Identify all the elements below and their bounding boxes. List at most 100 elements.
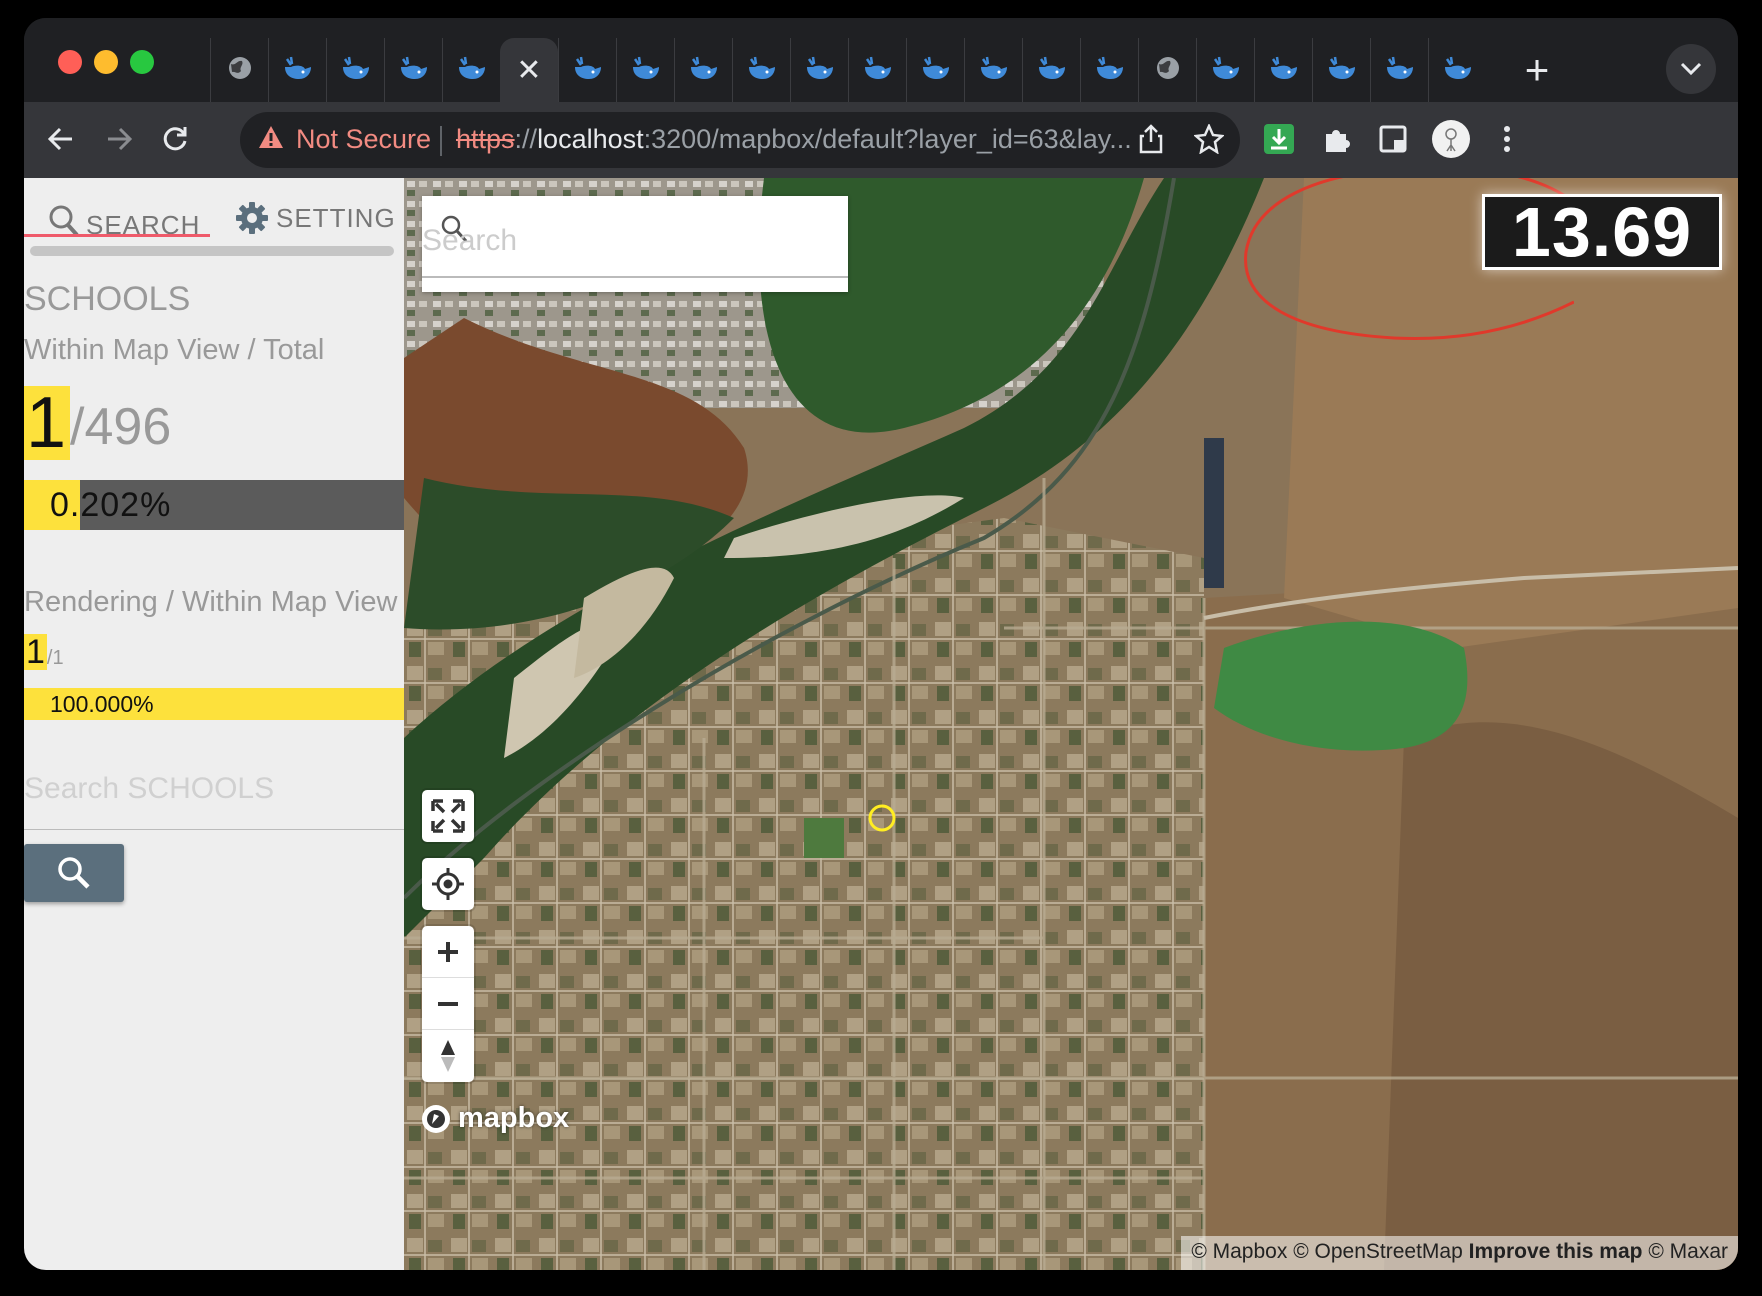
browser-tab[interactable] <box>558 38 616 102</box>
new-tab-button[interactable]: + <box>1514 48 1560 94</box>
tab-setting[interactable]: SETTING <box>234 200 396 236</box>
map-search-box[interactable]: Search <box>422 196 848 292</box>
chevron-down-icon <box>1680 62 1702 76</box>
tab-setting-label: SETTING <box>276 202 396 233</box>
zoom-level-display: 13.69 <box>1482 193 1722 271</box>
download-extension-button[interactable] <box>1256 116 1302 162</box>
tab-active[interactable]: ✕ <box>500 38 558 102</box>
search-icon <box>49 205 79 236</box>
browser-tab[interactable] <box>674 38 732 102</box>
browser-tab[interactable] <box>442 38 500 102</box>
mapbox-logo[interactable]: mapbox <box>420 1102 569 1135</box>
browser-tab[interactable] <box>326 38 384 102</box>
gear-icon <box>236 202 268 234</box>
whale-icon <box>1269 55 1299 86</box>
share-icon <box>1139 124 1163 154</box>
whale-icon <box>805 55 835 86</box>
minimize-window-button[interactable] <box>94 50 118 74</box>
reload-icon <box>163 127 187 151</box>
improve-map-link[interactable]: Improve this map <box>1469 1240 1643 1263</box>
side-panel-button[interactable] <box>1370 116 1416 162</box>
browser-tab[interactable] <box>790 38 848 102</box>
map-view[interactable]: Search 13.69 mapbox © Mapbox © OpenStree… <box>404 178 1738 1270</box>
geolocate-button[interactable] <box>422 858 474 910</box>
fullscreen-control <box>422 790 474 842</box>
whale-icon <box>689 55 719 86</box>
minus-icon <box>438 1001 458 1006</box>
mapbox-logo-icon <box>422 1104 450 1133</box>
browser-tab[interactable] <box>268 38 326 102</box>
within-view-percent: 0.202% <box>50 486 172 524</box>
browser-tab[interactable] <box>848 38 906 102</box>
browser-tab[interactable] <box>1312 38 1370 102</box>
browser-tab[interactable] <box>1254 38 1312 102</box>
whale-icon <box>1327 55 1357 86</box>
browser-menu-button[interactable] <box>1484 116 1530 162</box>
total-count-value: /496 <box>70 398 172 456</box>
rendering-progress-bar: 100.000% <box>24 688 404 720</box>
map-search-input[interactable]: Search <box>422 196 848 278</box>
url-host: localhost <box>537 124 644 154</box>
profile-button[interactable] <box>1428 116 1474 162</box>
browser-tab[interactable] <box>964 38 1022 102</box>
browser-tab[interactable] <box>1080 38 1138 102</box>
attribution-mapbox-link[interactable]: © Mapbox <box>1191 1240 1287 1263</box>
layer-title: SCHOOLS <box>24 280 191 318</box>
url-text[interactable]: https://localhost:3200/mapbox/default?la… <box>456 124 1132 155</box>
whale-icon <box>573 55 603 86</box>
rendering-total-value: /1 <box>46 647 64 669</box>
download-icon <box>1264 124 1294 154</box>
omnibox-divider <box>440 126 442 156</box>
tab-search-button[interactable] <box>1666 44 1716 94</box>
browser-tab[interactable] <box>732 38 790 102</box>
whale-icon <box>457 55 487 86</box>
browser-tab[interactable] <box>1370 38 1428 102</box>
forward-button[interactable] <box>96 116 142 162</box>
fullscreen-button[interactable] <box>422 790 474 842</box>
address-bar[interactable]: Not Secure https://localhost:3200/mapbox… <box>240 112 1240 168</box>
close-icon[interactable]: ✕ <box>516 53 541 88</box>
whale-icon <box>631 55 661 86</box>
layer-search-button[interactable] <box>24 844 124 902</box>
close-window-button[interactable] <box>58 50 82 74</box>
browser-tab[interactable] <box>1428 38 1486 102</box>
map-attribution: © Mapbox © OpenStreetMap Improve this ma… <box>1181 1236 1738 1270</box>
browser-tab[interactable] <box>1196 38 1254 102</box>
maximize-window-button[interactable] <box>130 50 154 74</box>
zoom-out-button[interactable] <box>422 978 474 1030</box>
attribution-osm-link[interactable]: © OpenStreetMap <box>1293 1240 1463 1263</box>
url-path: :3200/mapbox/default?layer_id=63&lay... <box>643 124 1132 154</box>
arrow-left-icon <box>47 127 72 151</box>
security-label[interactable]: Not Secure <box>296 124 431 155</box>
mapbox-logo-text: mapbox <box>458 1102 570 1134</box>
puzzle-icon <box>1326 130 1350 152</box>
rendering-count: 1 /1 <box>24 634 64 670</box>
zoom-in-button[interactable] <box>422 926 474 978</box>
browser-tab[interactable] <box>1138 38 1196 102</box>
bookmark-button[interactable] <box>1186 116 1232 162</box>
attribution-maxar-link[interactable]: © Maxar <box>1648 1240 1728 1263</box>
extensions-button[interactable] <box>1314 116 1360 162</box>
compass-icon <box>441 1040 455 1072</box>
url-separator: :// <box>514 124 538 154</box>
url-scheme: https <box>456 124 515 154</box>
zoom-level-value: 13.69 <box>1511 193 1693 271</box>
layer-search-input[interactable]: Search SCHOOLS <box>24 768 404 830</box>
browser-tab[interactable] <box>906 38 964 102</box>
arrow-right-icon <box>108 127 133 151</box>
whale-icon <box>1211 55 1241 86</box>
back-button[interactable] <box>38 116 84 162</box>
browser-window: ✕ + Not Secure https://localhost:3200/ma… <box>24 18 1738 1270</box>
browser-tab[interactable] <box>616 38 674 102</box>
plus-icon <box>438 941 458 962</box>
globe-icon <box>227 55 253 86</box>
search-icon <box>58 857 90 889</box>
globe-icon <box>1155 55 1181 86</box>
reload-button[interactable] <box>152 116 198 162</box>
avatar <box>1432 120 1470 158</box>
browser-tab[interactable] <box>1022 38 1080 102</box>
compass-button[interactable] <box>422 1030 474 1082</box>
browser-tab[interactable] <box>210 38 268 102</box>
share-button[interactable] <box>1128 116 1174 162</box>
browser-tab[interactable] <box>384 38 442 102</box>
